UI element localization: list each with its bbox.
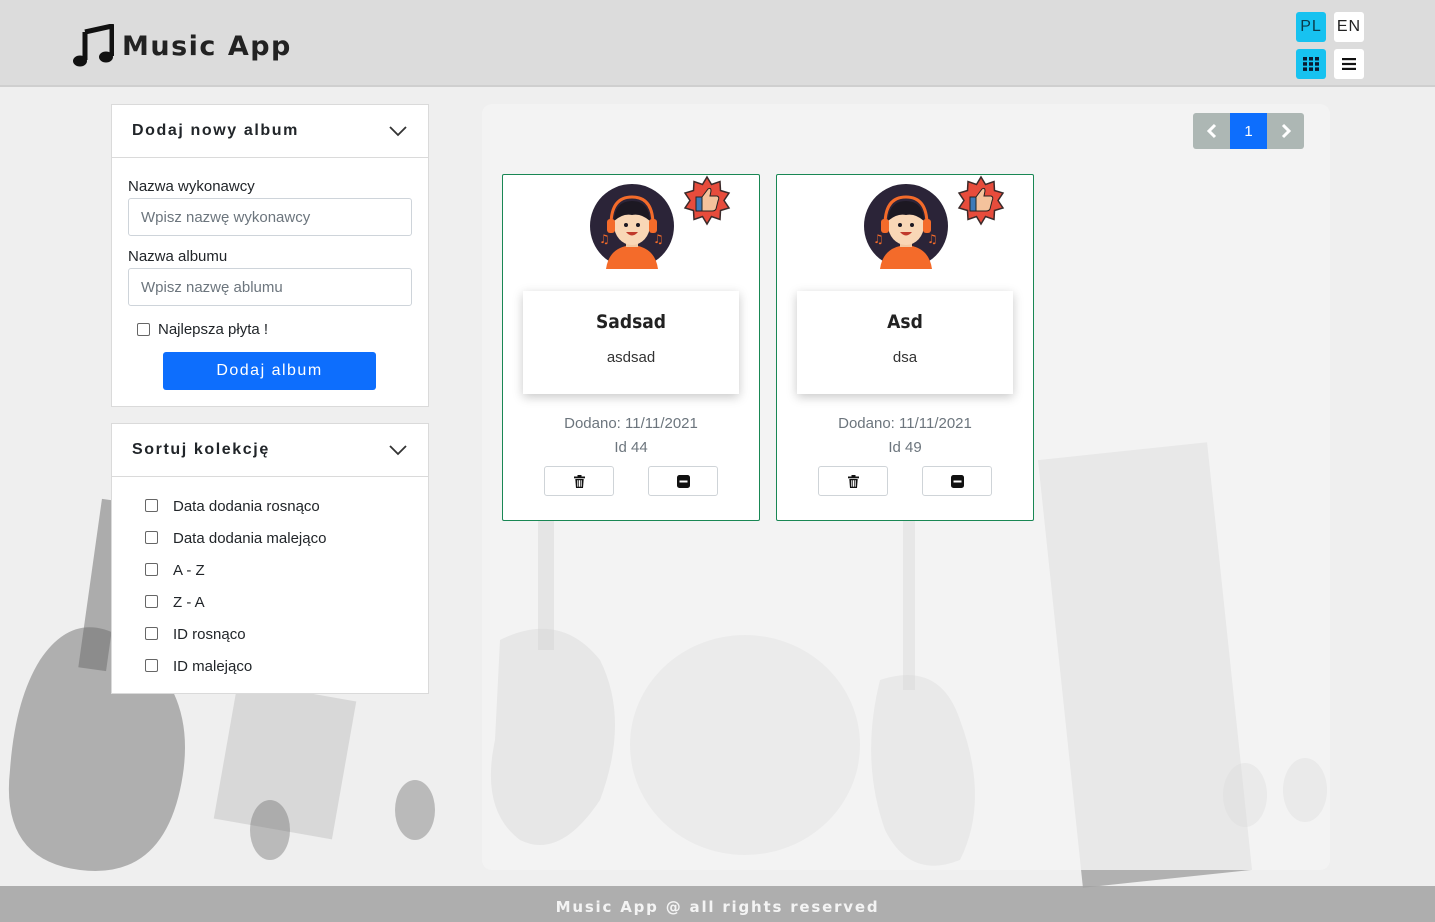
add-album-title: Dodaj nowy album xyxy=(132,122,299,139)
album-date: Dodano: 11/11/2021 xyxy=(838,415,972,432)
sort-option-label: Data dodania rosnąco xyxy=(173,498,320,515)
chevron-left-icon xyxy=(1206,123,1216,139)
chevron-right-icon xyxy=(1281,123,1291,139)
sort-option-checkbox[interactable] xyxy=(145,659,158,672)
avatar-icon: ♫ ♫ xyxy=(590,184,674,269)
album-info-box: Sadsad asdsad xyxy=(523,291,739,394)
album-info-box: Asd dsa xyxy=(797,291,1013,394)
minus-square-icon xyxy=(950,474,964,488)
album-input[interactable] xyxy=(128,268,412,306)
sort-option-checkbox[interactable] xyxy=(145,563,158,576)
remove-favorite-button[interactable] xyxy=(922,466,992,496)
album-collection: 1 ♫ ♫ Sadsad asdsad Dodano: 11/11/2021 I… xyxy=(482,104,1330,870)
album-label: Nazwa albumu xyxy=(128,248,228,265)
svg-text:♫: ♫ xyxy=(873,232,884,246)
language-pl-button[interactable]: PL xyxy=(1296,12,1326,42)
language-en-button[interactable]: EN xyxy=(1334,12,1364,42)
sort-option-label: ID rosnąco xyxy=(173,626,246,643)
grid-view-button[interactable] xyxy=(1296,49,1326,79)
sort-option-label: A - Z xyxy=(173,562,205,579)
best-album-label: Najlepsza płyta ! xyxy=(158,321,269,338)
sort-title: Sortuj kolekcję xyxy=(132,441,270,458)
previous-page-button[interactable] xyxy=(1193,113,1230,149)
sort-option-checkbox[interactable] xyxy=(145,499,158,512)
album-card: ♫ ♫ Asd dsa Dodano: 11/11/2021 Id 49 xyxy=(776,174,1034,521)
add-album-panel: Dodaj nowy album Nazwa wykonawcy Nazwa a… xyxy=(111,104,429,407)
album-date: Dodano: 11/11/2021 xyxy=(564,415,698,432)
sort-option-label: ID malejąco xyxy=(173,658,253,675)
sort-option-checkbox[interactable] xyxy=(145,627,158,640)
music-note-icon xyxy=(73,24,114,67)
album-name: dsa xyxy=(892,349,918,366)
avatar-icon: ♫ ♫ xyxy=(864,184,948,269)
remove-favorite-button[interactable] xyxy=(648,466,718,496)
pagination: 1 xyxy=(1193,113,1304,149)
sort-option-label: Data dodania malejąco xyxy=(173,530,327,547)
sort-panel: Sortuj kolekcję Data dodania rosnąco Dat… xyxy=(111,423,429,694)
app-footer: Music App @ all rights reserved xyxy=(0,886,1435,922)
app-title: Music App xyxy=(122,30,292,62)
add-album-button[interactable]: Dodaj album xyxy=(163,352,376,390)
next-page-button[interactable] xyxy=(1267,113,1304,149)
minus-square-icon xyxy=(676,474,690,488)
chevron-down-icon[interactable] xyxy=(389,444,407,456)
sort-option-label: Z - A xyxy=(173,594,205,611)
artist-input[interactable] xyxy=(128,198,412,236)
svg-text:♫: ♫ xyxy=(599,232,610,246)
favorite-badge-icon xyxy=(957,175,1005,226)
sort-panel-header[interactable]: Sortuj kolekcję xyxy=(112,424,428,477)
current-page[interactable]: 1 xyxy=(1230,113,1267,149)
app-logo[interactable]: Music App xyxy=(72,24,292,68)
album-artist: Asd xyxy=(887,311,923,333)
artist-label: Nazwa wykonawcy xyxy=(128,178,255,195)
sort-option-checkbox[interactable] xyxy=(145,595,158,608)
delete-album-button[interactable] xyxy=(544,466,614,496)
trash-icon xyxy=(573,474,585,488)
list-icon xyxy=(1342,58,1356,70)
album-id: Id 49 xyxy=(888,439,922,456)
footer-text: Music App @ all rights reserved xyxy=(555,898,880,916)
sort-option-checkbox[interactable] xyxy=(145,531,158,544)
svg-text:♫: ♫ xyxy=(927,232,938,246)
album-artist: Sadsad xyxy=(595,311,667,333)
list-view-button[interactable] xyxy=(1334,49,1364,79)
album-name: asdsad xyxy=(606,349,656,366)
chevron-down-icon[interactable] xyxy=(389,125,407,137)
favorite-badge-icon xyxy=(683,175,731,226)
app-header: Music App PL EN xyxy=(0,0,1435,87)
delete-album-button[interactable] xyxy=(818,466,888,496)
grid-icon xyxy=(1303,57,1319,71)
add-album-panel-header[interactable]: Dodaj nowy album xyxy=(112,105,428,158)
best-album-checkbox[interactable] xyxy=(137,323,150,336)
trash-icon xyxy=(847,474,859,488)
svg-text:♫: ♫ xyxy=(653,232,664,246)
album-card: ♫ ♫ Sadsad asdsad Dodano: 11/11/2021 Id … xyxy=(502,174,760,521)
album-id: Id 44 xyxy=(614,439,648,456)
